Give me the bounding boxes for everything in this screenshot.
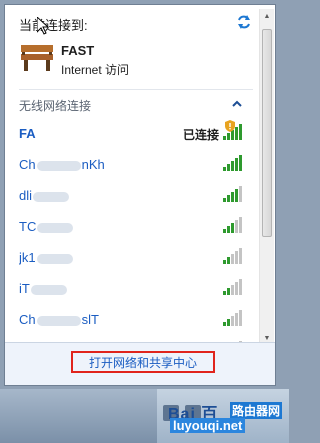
signal-bar <box>227 257 230 264</box>
network-name-suffix: slT <box>81 312 99 327</box>
signal-bar <box>227 133 230 140</box>
signal-bar <box>223 167 226 171</box>
signal-bar <box>227 226 230 233</box>
signal-bar <box>239 124 242 140</box>
signal-bar <box>223 229 226 233</box>
signal-strength-icon <box>223 184 245 202</box>
network-name-prefix: jk1 <box>19 250 36 265</box>
refresh-button[interactable] <box>235 13 253 31</box>
signal-bar <box>239 310 242 326</box>
signal-bar <box>235 127 238 140</box>
signal-bar <box>239 155 242 171</box>
network-name-prefix: dli <box>19 188 33 203</box>
network-list: FA已连接ChnKhdliTCjk1iTChslTSPV <box>5 117 259 365</box>
flyout-footer: 打开网络和共享中心 <box>5 342 275 385</box>
watermark-router: 路由器网 <box>230 402 282 419</box>
signal-bar <box>227 319 230 326</box>
redacted-mask <box>33 191 70 202</box>
network-item[interactable]: dli <box>5 179 259 210</box>
signal-bar <box>223 198 226 202</box>
scroll-thumb[interactable] <box>262 29 272 237</box>
network-name-suffix: nKh <box>81 157 105 172</box>
signal-bar <box>227 164 230 171</box>
signal-bar <box>227 288 230 295</box>
chevron-up-icon[interactable] <box>231 97 243 111</box>
open-network-center-link[interactable]: 打开网络和共享中心 <box>71 351 215 373</box>
signal-bar <box>239 217 242 233</box>
redacted-mask <box>37 222 74 233</box>
redacted-mask <box>36 160 81 171</box>
connection-status: 已连接 <box>183 128 220 142</box>
signal-bar <box>231 316 234 326</box>
network-name-prefix: TC <box>19 219 37 234</box>
network-item[interactable]: jk1 <box>5 241 259 272</box>
current-network: FAST Internet 访问 <box>19 41 249 81</box>
shield-warning-icon <box>225 120 235 132</box>
redacted-mask <box>30 284 67 295</box>
network-name-prefix: iT <box>19 281 30 296</box>
network-name: jk1 <box>19 250 74 265</box>
signal-bar <box>231 192 234 202</box>
network-name: dli <box>19 188 70 203</box>
signal-bar <box>231 285 234 295</box>
section-title: 无线网络连接 <box>19 99 92 113</box>
signal-bar <box>235 251 238 264</box>
network-item[interactable]: FA 已连接 <box>5 117 259 148</box>
signal-bar <box>235 158 238 171</box>
network-name-prefix: Ch <box>19 157 36 172</box>
signal-bar <box>231 161 234 171</box>
signal-strength-icon <box>223 153 245 171</box>
network-name: iT <box>19 281 68 296</box>
signal-bar <box>235 189 238 202</box>
signal-bar <box>235 313 238 326</box>
wireless-section-header[interactable]: 无线网络连接 <box>19 97 243 113</box>
signal-bar <box>223 322 226 326</box>
network-name: TC <box>19 219 74 234</box>
watermark: Bai 百 路由器网 luyouqi.net <box>168 398 282 438</box>
network-item[interactable]: iT <box>5 272 259 303</box>
scroll-up-button[interactable]: ▲ <box>260 9 274 23</box>
redacted-mask <box>36 315 81 326</box>
mouse-cursor-icon <box>37 17 49 35</box>
refresh-icon <box>238 15 250 29</box>
signal-bar <box>223 136 226 140</box>
network-item[interactable]: Ch slT <box>5 303 259 334</box>
wifi-flyout: 当前连接到: FAST Internet 访问 无线网络连接 FA 已连接 Ch nK… <box>4 4 276 386</box>
signal-bar <box>235 282 238 295</box>
network-name: Ch slT <box>19 312 99 327</box>
network-item[interactable]: Ch nKh <box>5 148 259 179</box>
signal-bar <box>223 291 226 295</box>
signal-strength-icon <box>223 277 245 295</box>
signal-strength-icon <box>223 246 245 264</box>
signal-strength-icon <box>223 308 245 326</box>
signal-bar <box>227 195 230 202</box>
bench-icon <box>21 45 53 71</box>
signal-bar <box>239 248 242 264</box>
current-connection-header: 当前连接到: <box>19 18 88 33</box>
network-name-prefix: Ch <box>19 312 36 327</box>
watermark-domain: luyouqi.net <box>170 418 246 433</box>
current-network-access: Internet 访问 <box>61 63 130 77</box>
signal-strength-icon <box>223 215 245 233</box>
network-name: FA <box>19 126 36 141</box>
signal-bar <box>235 220 238 233</box>
network-name: Ch nKh <box>19 157 105 172</box>
current-network-name: FAST <box>61 43 95 58</box>
scrollbar[interactable]: ▲ ▼ <box>259 9 274 345</box>
redacted-mask <box>36 253 73 264</box>
network-name-prefix: FA <box>19 126 36 141</box>
signal-bar <box>231 254 234 264</box>
signal-bar <box>239 279 242 295</box>
network-item[interactable]: TC <box>5 210 259 241</box>
divider <box>19 89 253 90</box>
signal-bar <box>231 223 234 233</box>
signal-bar <box>223 260 226 264</box>
signal-bar <box>239 186 242 202</box>
